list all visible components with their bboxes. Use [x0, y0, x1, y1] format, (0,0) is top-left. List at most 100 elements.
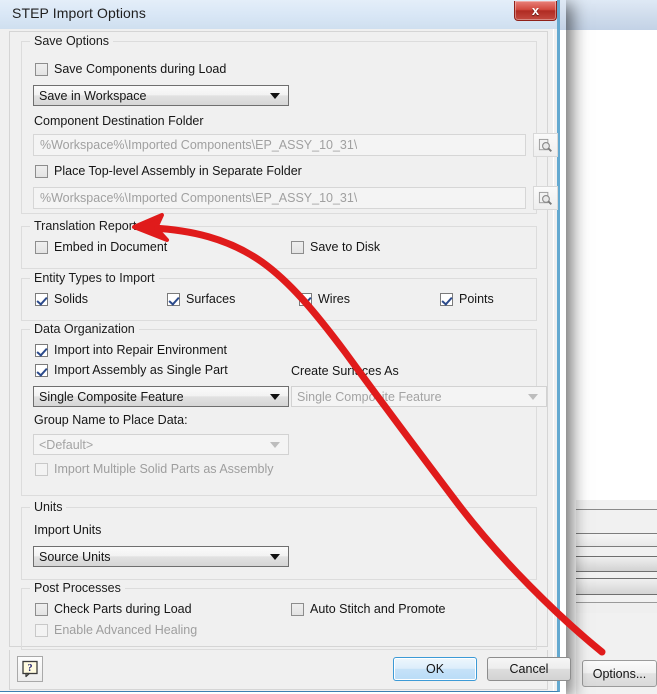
- checkbox-box: [35, 343, 48, 357]
- checkbox-embed-in-document[interactable]: Embed in Document: [35, 240, 167, 254]
- label-create-surfaces-as: Create Surfaces As: [291, 364, 399, 378]
- group-units: Units Import Units Source Units: [21, 500, 537, 580]
- checkbox-save-to-disk[interactable]: Save to Disk: [291, 240, 380, 254]
- checkbox-check-parts-during-load[interactable]: Check Parts during Load: [35, 602, 192, 616]
- checkbox-auto-stitch-and-promote[interactable]: Auto Stitch and Promote: [291, 602, 446, 616]
- label-import-units: Import Units: [34, 523, 102, 537]
- checkbox-label: Place Top-level Assembly in Separate Fol…: [54, 164, 302, 178]
- step-import-options-dialog: STEP Import Options x Save Options Save …: [0, 0, 571, 692]
- checkbox-wires[interactable]: Wires: [299, 292, 350, 306]
- close-x-glyph: x: [531, 3, 540, 18]
- combo-value: Single Composite Feature: [39, 389, 184, 404]
- chevron-down-icon: [270, 393, 280, 400]
- field-value: %Workspace%\Imported Components\EP_ASSY_…: [40, 138, 358, 152]
- browse-folder-glyph: [538, 191, 552, 205]
- background-divider: [576, 578, 657, 595]
- checkbox-box: [167, 292, 180, 306]
- checkbox-points[interactable]: Points: [440, 292, 494, 306]
- checkbox-box: [291, 240, 304, 254]
- group-entity-types: Entity Types to Import Solids Surfaces W…: [21, 271, 537, 321]
- checkbox-save-components-during-load[interactable]: Save Components during Load: [35, 62, 226, 76]
- checkbox-enable-advanced-healing[interactable]: Enable Advanced Healing: [35, 623, 197, 637]
- checkbox-label: Import Multiple Solid Parts as Assembly: [54, 462, 274, 476]
- browse-folder-icon-component[interactable]: [533, 133, 558, 157]
- chevron-down-icon: [270, 441, 280, 448]
- checkbox-label: Enable Advanced Healing: [54, 623, 198, 637]
- checkbox-label: Check Parts during Load: [54, 602, 192, 616]
- checkbox-box: [35, 164, 48, 178]
- checkbox-place-toplevel-assembly-separate-folder[interactable]: Place Top-level Assembly in Separate Fol…: [35, 164, 302, 178]
- group-units-legend: Units: [30, 500, 67, 514]
- field-toplevel-folder[interactable]: %Workspace%\Imported Components\EP_ASSY_…: [33, 187, 526, 209]
- combo-group-name[interactable]: <Default>: [33, 434, 289, 455]
- svg-text:?: ?: [28, 663, 33, 674]
- group-post-processes-legend: Post Processes: [30, 581, 125, 595]
- ok-button-label: OK: [425, 662, 445, 676]
- ok-button[interactable]: OK: [393, 657, 477, 681]
- combo-value: Single Composite Feature: [297, 389, 442, 404]
- dialog-content: Save Options Save Components during Load…: [9, 31, 558, 650]
- checkbox-solids[interactable]: Solids: [35, 292, 88, 306]
- combo-value: Source Units: [39, 549, 111, 564]
- group-save-options-legend: Save Options: [30, 34, 114, 48]
- checkbox-label: Surfaces: [186, 292, 236, 306]
- checkbox-box: [35, 602, 48, 616]
- checkbox-import-multiple-solid-parts-as-assembly[interactable]: Import Multiple Solid Parts as Assembly: [35, 462, 274, 476]
- checkbox-label: Save Components during Load: [54, 62, 227, 76]
- background-divider: [576, 556, 657, 572]
- chevron-down-icon: [270, 553, 280, 560]
- checkbox-box: [35, 292, 48, 306]
- combo-save-location[interactable]: Save in Workspace: [33, 85, 289, 106]
- options-button-label: Options...: [592, 666, 647, 681]
- cancel-button[interactable]: Cancel: [487, 657, 571, 681]
- options-button[interactable]: Options...: [582, 660, 657, 687]
- background-divider: [576, 500, 657, 510]
- group-data-organization: Data Organization Import into Repair Env…: [21, 322, 547, 496]
- title-bar: STEP Import Options x: [0, 0, 557, 29]
- background-white-panel: [576, 30, 657, 500]
- group-post-processes: Post Processes Check Parts during Load A…: [21, 581, 537, 650]
- window-title: STEP Import Options: [12, 5, 146, 21]
- chevron-down-icon: [270, 92, 280, 99]
- checkbox-box: [35, 240, 48, 254]
- checkbox-surfaces[interactable]: Surfaces: [167, 292, 235, 306]
- combo-assembly-representation[interactable]: Single Composite Feature: [33, 386, 289, 407]
- help-question-icon[interactable]: ?: [17, 656, 43, 682]
- chevron-down-icon: [528, 393, 538, 400]
- dialog-button-bar: ? OK Cancel: [9, 650, 571, 690]
- checkbox-label: Points: [459, 292, 494, 306]
- checkbox-box: [299, 292, 312, 306]
- checkbox-box: [35, 623, 48, 637]
- checkbox-box: [35, 462, 48, 476]
- browse-folder-glyph: [538, 138, 552, 152]
- checkbox-import-assembly-as-single-part[interactable]: Import Assembly as Single Part: [35, 363, 228, 377]
- browse-folder-icon-toplevel[interactable]: [533, 186, 558, 210]
- group-translation-report-legend: Translation Report: [30, 219, 141, 233]
- group-data-organization-legend: Data Organization: [30, 322, 139, 336]
- label-component-destination-folder: Component Destination Folder: [34, 114, 204, 128]
- checkbox-label: Solids: [54, 292, 89, 306]
- group-translation-report: Translation Report Embed in Document Sav…: [21, 219, 537, 269]
- group-save-options: Save Options Save Components during Load…: [21, 34, 558, 214]
- group-entity-types-legend: Entity Types to Import: [30, 271, 159, 285]
- combo-create-surfaces-as[interactable]: Single Composite Feature: [291, 386, 547, 407]
- combo-value: <Default>: [39, 437, 94, 452]
- checkbox-label: Auto Stitch and Promote: [310, 602, 446, 616]
- label-group-name-to-place-data: Group Name to Place Data:: [34, 413, 188, 427]
- field-component-destination-folder[interactable]: %Workspace%\Imported Components\EP_ASSY_…: [33, 134, 526, 156]
- field-value: %Workspace%\Imported Components\EP_ASSY_…: [40, 191, 358, 205]
- checkbox-box: [35, 363, 48, 377]
- checkbox-import-into-repair-environment[interactable]: Import into Repair Environment: [35, 343, 227, 357]
- combo-value: Save in Workspace: [39, 88, 147, 103]
- checkbox-label: Embed in Document: [54, 240, 168, 254]
- checkbox-label: Import into Repair Environment: [54, 343, 227, 357]
- checkbox-box: [35, 62, 48, 76]
- checkbox-label: Import Assembly as Single Part: [54, 363, 228, 377]
- checkbox-box: [291, 602, 304, 616]
- checkbox-box: [440, 292, 453, 306]
- close-icon[interactable]: x: [514, 1, 557, 21]
- cancel-button-label: Cancel: [509, 662, 549, 676]
- background-divider: [576, 533, 657, 547]
- combo-import-units[interactable]: Source Units: [33, 546, 289, 567]
- checkbox-label: Save to Disk: [310, 240, 381, 254]
